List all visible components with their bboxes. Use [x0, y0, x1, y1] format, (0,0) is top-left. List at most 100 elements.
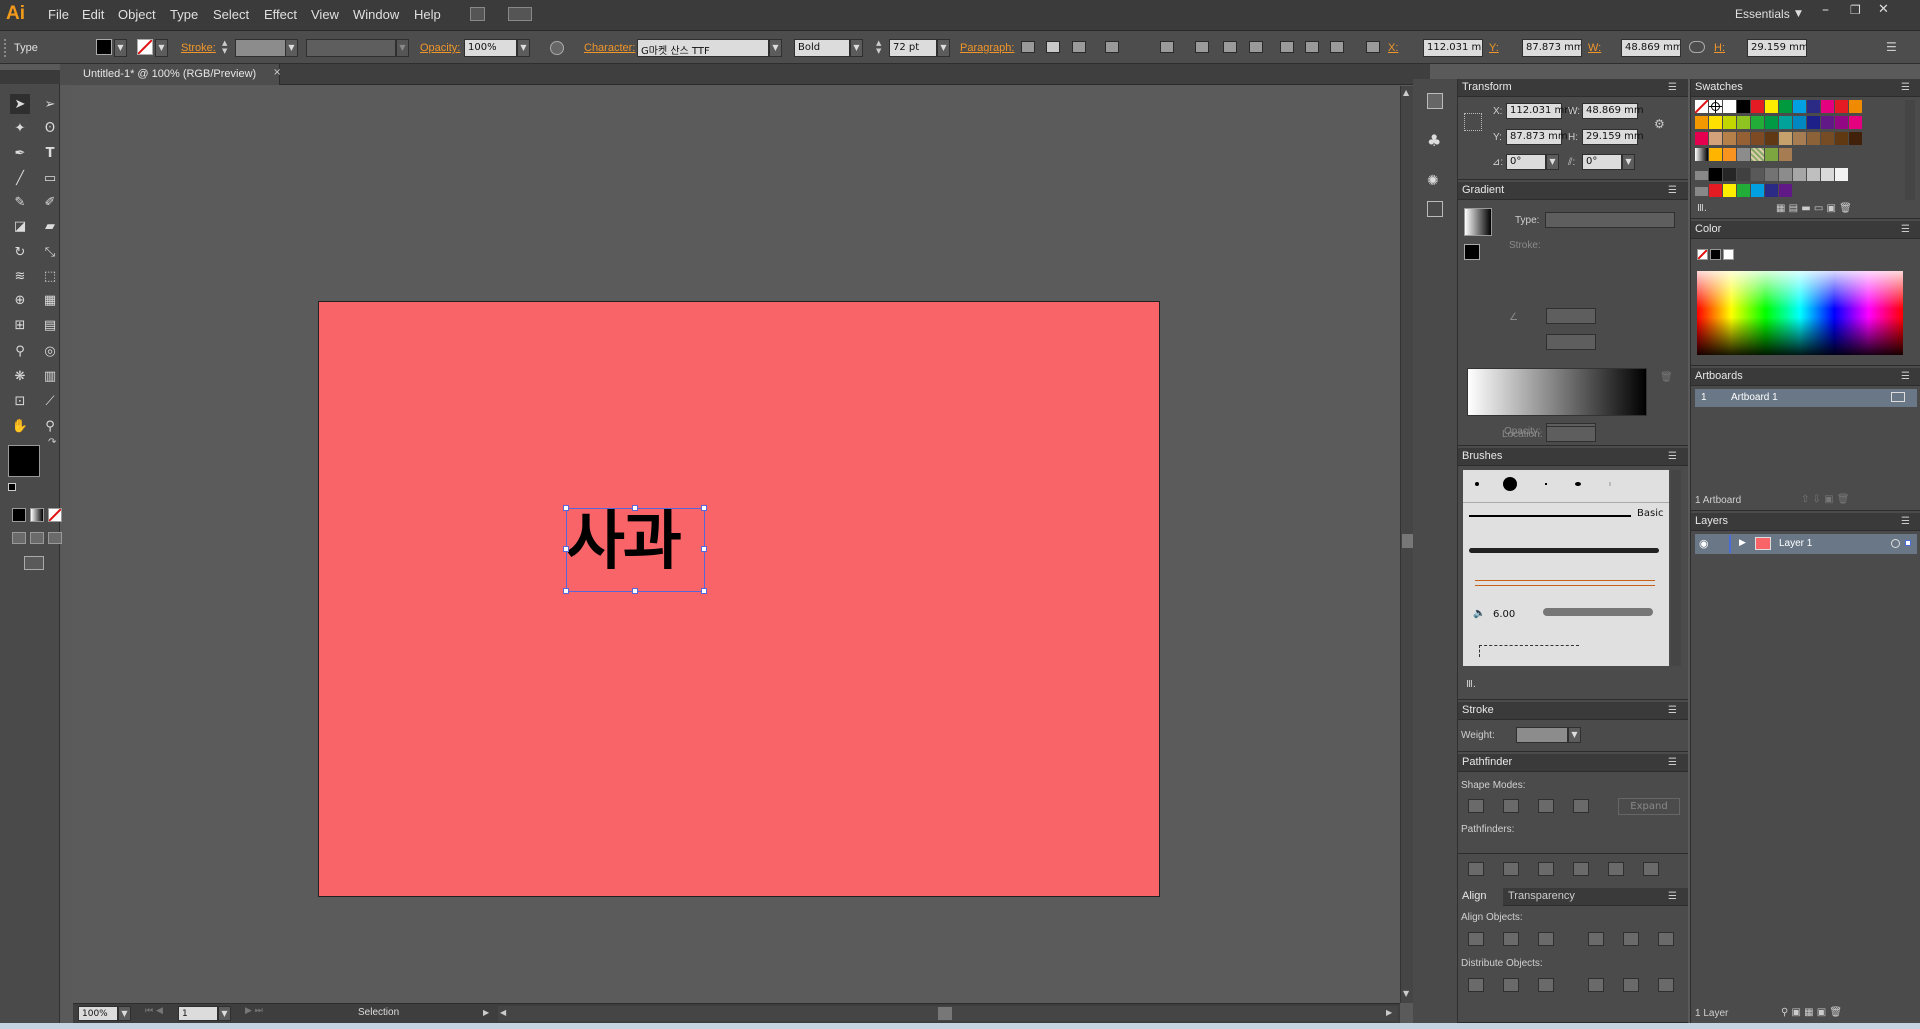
swatch[interactable] — [1765, 168, 1778, 181]
swatch[interactable] — [1723, 168, 1736, 181]
gradient-mode-icon[interactable] — [30, 508, 44, 522]
unite-icon[interactable] — [1468, 799, 1484, 813]
draw-inside-icon[interactable] — [48, 532, 62, 544]
brushes-menu-icon[interactable]: ☰ — [1668, 451, 1677, 462]
distribute-horizontal-center-icon[interactable] — [1623, 978, 1639, 992]
brush-calligraphic[interactable] — [1575, 482, 1581, 486]
swatch[interactable] — [1751, 100, 1764, 113]
zoom-field[interactable]: 100% — [78, 1006, 118, 1021]
scroll-left-icon[interactable]: ◀ — [500, 1008, 506, 1017]
handle-middle-left[interactable] — [563, 546, 569, 552]
align-left-edge-icon[interactable] — [1468, 932, 1484, 946]
brush-dot-large[interactable] — [1503, 477, 1517, 491]
appearance-icon[interactable] — [1427, 201, 1443, 217]
brush-dot-small[interactable] — [1475, 482, 1479, 486]
fill-dropdown[interactable]: ▼ — [114, 39, 127, 57]
stroke-panel-weight-field[interactable] — [1516, 727, 1568, 743]
color-white-swatch[interactable] — [1723, 249, 1734, 260]
lasso-tool-icon[interactable]: ʘ — [40, 118, 60, 138]
swatch[interactable] — [1709, 100, 1722, 113]
swatch[interactable] — [1793, 132, 1806, 145]
align-tab[interactable]: Align — [1458, 888, 1503, 906]
swatch[interactable] — [1751, 132, 1764, 145]
scroll-up-icon[interactable]: ▲ — [1403, 88, 1409, 97]
handle-bottom-left[interactable] — [563, 588, 569, 594]
distribute-left-icon[interactable] — [1588, 978, 1604, 992]
color-black-swatch[interactable] — [1710, 249, 1721, 260]
swatch[interactable] — [1849, 116, 1862, 129]
symbols-icon[interactable]: ♣ — [1427, 131, 1441, 150]
horizontal-scroll-thumb[interactable] — [938, 1007, 952, 1020]
gradient-menu-icon[interactable]: ☰ — [1668, 185, 1677, 196]
swatch[interactable] — [1849, 132, 1862, 145]
x-field[interactable]: 112.031 mm — [1423, 39, 1483, 57]
free-transform-tool-icon[interactable]: ⬚ — [40, 266, 60, 286]
align-horizontal-center-icon[interactable] — [1503, 932, 1519, 946]
swatch[interactable] — [1807, 116, 1820, 129]
artboard-row[interactable]: 1 Artboard 1 — [1695, 389, 1917, 407]
swatch[interactable] — [1723, 100, 1736, 113]
color-mode-icon[interactable] — [12, 508, 26, 522]
paintbrush-tool-icon[interactable]: ✎ — [10, 192, 30, 212]
artboard-actions-icon[interactable]: ⇧ ⇩ ▣ 🗑 — [1801, 494, 1849, 505]
zoom-dropdown[interactable]: ▼ — [118, 1006, 131, 1021]
brush-pattern[interactable] — [1479, 645, 1579, 657]
stroke-dropdown[interactable]: ▼ — [155, 39, 168, 57]
fill-color-swatch[interactable] — [96, 39, 112, 55]
magic-wand-tool-icon[interactable]: ✦ — [10, 118, 30, 138]
handle-top-left[interactable] — [563, 505, 569, 511]
brush-arrow[interactable] — [1475, 580, 1655, 586]
constrain-proportions-icon[interactable] — [1689, 41, 1705, 53]
distribute-vertical-center-icon[interactable] — [1503, 978, 1519, 992]
menu-object[interactable]: Object — [118, 7, 156, 22]
status-menu-icon[interactable]: ▶ — [483, 1008, 489, 1017]
distribute-top-icon[interactable] — [1468, 978, 1484, 992]
reference-point-icon[interactable] — [1464, 113, 1482, 131]
character-label[interactable]: Character: — [584, 42, 635, 54]
transform-h-field[interactable]: 29.159 mm — [1582, 129, 1644, 145]
swatch[interactable] — [1723, 132, 1736, 145]
scroll-right-icon[interactable]: ▶ — [1386, 1008, 1392, 1017]
swatch[interactable] — [1723, 148, 1736, 161]
minimize-button[interactable]: – — [1822, 2, 1829, 18]
pencil-tool-icon[interactable]: ✐ — [40, 192, 60, 212]
first-artboard-icon[interactable]: ⏮ ◀ — [145, 1006, 163, 1016]
swatch[interactable] — [1695, 100, 1708, 113]
zoom-tool-icon[interactable]: ⚲ — [40, 416, 60, 436]
horizontal-scrollbar[interactable]: ◀ ▶ — [498, 1006, 1398, 1021]
none-mode-icon[interactable] — [48, 508, 62, 522]
delete-stop-icon[interactable]: 🗑 — [1660, 372, 1673, 383]
swatch[interactable] — [1793, 116, 1806, 129]
handle-top-right[interactable] — [701, 505, 707, 511]
swatch[interactable] — [1737, 100, 1750, 113]
swatch[interactable] — [1695, 132, 1708, 145]
horizontal-align-center-icon[interactable] — [1223, 41, 1237, 53]
type-tool-icon[interactable]: T — [40, 143, 60, 163]
swap-fill-stroke-icon[interactable]: ↷ — [48, 437, 56, 448]
layer-actions-icon[interactable]: ⚲ ▣ ▦ ▣ 🗑 — [1781, 1007, 1842, 1018]
navigator-icon[interactable] — [1427, 93, 1443, 109]
selection-bounding-box[interactable] — [566, 508, 705, 592]
font-size-dropdown[interactable]: ▼ — [937, 39, 950, 57]
menu-view[interactable]: View — [311, 7, 339, 22]
swatch[interactable] — [1723, 116, 1736, 129]
handle-bottom-right[interactable] — [701, 588, 707, 594]
swatch[interactable] — [1807, 168, 1820, 181]
swatch[interactable] — [1695, 116, 1708, 129]
visibility-eye-icon[interactable]: ◉ — [1699, 537, 1709, 550]
shape-builder-tool-icon[interactable]: ⊕ — [10, 290, 30, 310]
stroke-panel-weight-dropdown[interactable]: ▼ — [1568, 727, 1581, 743]
shear-dropdown[interactable]: ▼ — [1622, 154, 1635, 170]
selection-tool-icon[interactable]: ➤ — [10, 94, 30, 114]
transparency-tab[interactable]: Transparency — [1508, 890, 1575, 902]
gradient-slider[interactable] — [1467, 368, 1647, 416]
align-right-edge-icon[interactable] — [1538, 932, 1554, 946]
menu-select[interactable]: Select — [213, 7, 249, 22]
rotate-tool-icon[interactable]: ↻ — [10, 242, 30, 262]
scroll-down-icon[interactable]: ▼ — [1403, 989, 1409, 998]
layer-selection-indicator[interactable] — [1905, 540, 1911, 546]
draw-behind-icon[interactable] — [30, 532, 44, 544]
font-style-field[interactable]: Bold — [794, 39, 850, 57]
brushes-scrollbar[interactable] — [1671, 470, 1681, 666]
screen-mode-icon[interactable] — [24, 556, 44, 570]
